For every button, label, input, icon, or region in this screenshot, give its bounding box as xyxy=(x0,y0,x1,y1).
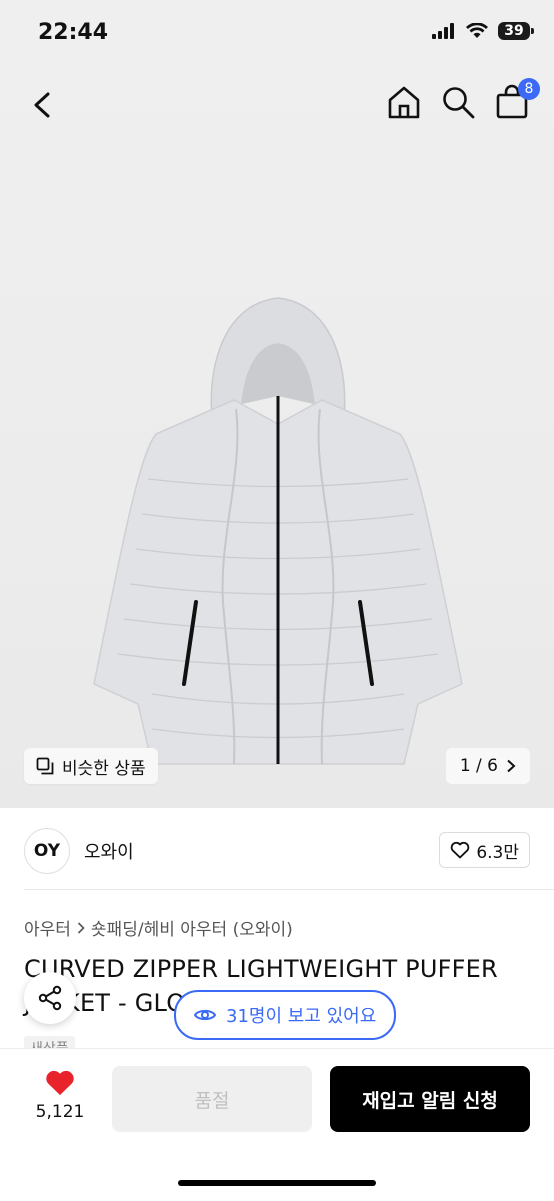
restock-alert-button[interactable]: 재입고 알림 신청 xyxy=(330,1066,530,1132)
viewers-label: 31명이 보고 있어요 xyxy=(226,1006,377,1027)
breadcrumb-level1[interactable]: 아우터 xyxy=(24,915,71,940)
brand-name[interactable]: 오와이 xyxy=(84,838,134,864)
copy-icon xyxy=(36,757,54,775)
chevron-right-icon xyxy=(77,921,85,934)
heart-filled-icon xyxy=(46,1070,74,1095)
brand-logo[interactable]: OY xyxy=(24,828,70,874)
similar-products-label: 비슷한 상품 xyxy=(62,758,146,779)
wishlist-count: 5,121 xyxy=(35,1102,85,1122)
battery-indicator: 39 xyxy=(498,22,534,40)
wifi-icon xyxy=(466,23,488,38)
heart-outline-icon xyxy=(451,841,470,859)
chevron-right-icon xyxy=(507,759,516,773)
status-icons: 39 xyxy=(432,22,534,40)
back-button[interactable] xyxy=(26,88,60,122)
divider xyxy=(24,889,554,890)
viewers-indicator: 31명이 보고 있어요 xyxy=(174,990,397,1040)
home-indicator xyxy=(178,1180,376,1186)
status-time: 22:44 xyxy=(38,20,109,45)
product-image[interactable] xyxy=(0,66,554,808)
home-icon xyxy=(388,86,420,119)
brand-like-count: 6.3만 xyxy=(476,842,519,863)
header-actions: 8 xyxy=(386,78,540,120)
image-pager[interactable]: 1 / 6 xyxy=(445,748,530,784)
cart-count-badge: 8 xyxy=(518,78,540,100)
home-button[interactable] xyxy=(386,84,422,120)
brand-like-button[interactable]: 6.3만 xyxy=(439,832,530,868)
jacket-image xyxy=(93,297,463,765)
search-icon xyxy=(443,87,475,119)
signal-icon xyxy=(432,23,454,39)
status-bar: 22:44 39 xyxy=(0,0,554,66)
brand-row: OY 오와이 6.3만 xyxy=(24,828,530,874)
eye-icon xyxy=(194,1009,216,1021)
similar-products-button[interactable]: 비슷한 상품 xyxy=(24,748,158,784)
share-icon xyxy=(38,985,62,1011)
share-button[interactable] xyxy=(24,972,76,1024)
cart-button[interactable]: 8 xyxy=(494,78,540,120)
wishlist-button[interactable]: 5,121 xyxy=(32,1068,88,1122)
chevron-left-icon xyxy=(34,92,50,118)
search-button[interactable] xyxy=(440,84,476,120)
soldout-button: 품절 xyxy=(112,1066,312,1132)
image-pager-label: 1 / 6 xyxy=(459,756,498,776)
breadcrumb: 아우터 숏패딩/헤비 아우터 (오와이) xyxy=(24,915,293,940)
breadcrumb-level2[interactable]: 숏패딩/헤비 아우터 (오와이) xyxy=(91,915,293,940)
